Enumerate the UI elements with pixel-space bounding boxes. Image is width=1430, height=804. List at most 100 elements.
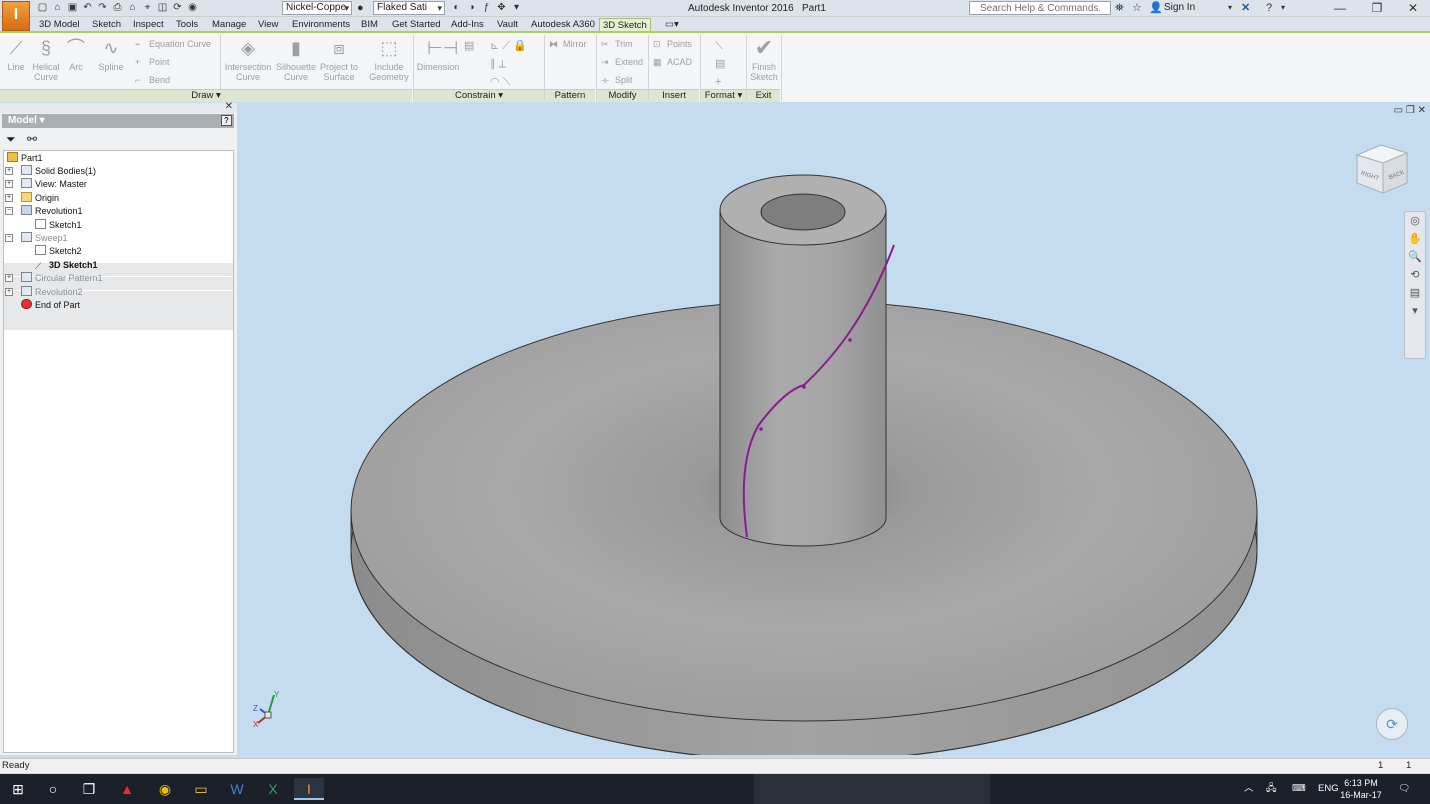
collinear-icon[interactable]: ⟍ [503,76,511,88]
print-icon[interactable]: ⎙ [111,2,124,14]
equation-curve-button[interactable]: ⌁ Equation Curve [135,38,211,50]
undo-icon[interactable]: ↶ [81,2,94,14]
draw-panel-title[interactable]: Draw ▾ [0,89,412,102]
expand-icon[interactable]: + [5,180,13,188]
keyboard-icon[interactable]: ⌨ [1292,774,1306,804]
restore-button[interactable]: ❐ [1357,0,1397,17]
viewcube[interactable]: RIGHT BACK [1353,141,1413,201]
autocad-icon[interactable]: ▲ [112,778,142,800]
line-button[interactable]: ⟋ Line [4,37,28,72]
material-combo[interactable]: Nickel-Coppe [282,1,352,15]
tree-item-part1[interactable]: Part1 [7,152,43,165]
chrome-icon[interactable]: ◉ [150,778,180,800]
color-override-icon[interactable]: ◉ [186,2,199,14]
silhouette-curve-button[interactable]: ▮ Silhouette Curve [274,37,318,82]
adjust-icon[interactable]: ◐ [450,2,463,14]
tab-get-started[interactable]: Get Started [389,18,444,32]
tab-3d-model[interactable]: 3D Model [36,18,83,32]
save-icon[interactable]: ▣ [66,2,79,14]
update-icon[interactable]: ⟳ [171,2,184,14]
tab-3d-sketch[interactable]: 3D Sketch [599,18,651,32]
expand-icon[interactable]: + [5,194,13,202]
expand-icon[interactable]: + [5,167,13,175]
constrain-panel-title[interactable]: Constrain ▾ [414,89,544,102]
excel-icon[interactable]: X [258,778,288,800]
tab-sketch[interactable]: Sketch [89,18,124,32]
find-binoculars-icon[interactable]: ⚯ [27,132,37,146]
fix-icon[interactable]: 🔒 [513,40,527,52]
select-icon[interactable]: ⌖ [141,2,154,14]
inventor-app-button[interactable]: I [2,1,30,31]
project-to-surface-button[interactable]: ⧈ Project to Surface [319,37,359,82]
tree-item-solid-bodies[interactable]: + Solid Bodies(1) [5,165,96,178]
sign-in-dropdown-icon[interactable]: ▾ [1228,2,1232,14]
sign-in-button[interactable]: Sign In [1164,2,1195,13]
tree-item-sketch2[interactable]: Sketch2 [35,245,82,258]
communication-center-icon[interactable]: ⛯ [1115,2,1124,14]
tree-item-circular-pattern1[interactable]: + Circular Pattern1 [5,272,103,285]
function-icon[interactable]: ƒ [480,2,493,14]
navbar-options-icon[interactable]: ▾ [1405,302,1425,320]
browser-help-icon[interactable]: ? [221,115,232,126]
help-icon[interactable]: ? [1266,2,1272,14]
trim-button[interactable]: ✂ Trim [601,38,633,50]
customize-qat-icon[interactable]: ▾ [510,2,523,14]
tangent-icon[interactable]: ⟂ [499,58,506,70]
viewport-minimize-icon[interactable]: ▭ [1394,105,1403,116]
tree-item-origin[interactable]: + Origin [5,192,59,205]
zoom-icon[interactable]: 🔍 [1405,248,1425,266]
tray-overflow-icon[interactable]: ︿ [1244,774,1254,804]
appearance-combo[interactable]: Flaked Sati [373,1,445,15]
network-icon[interactable]: 🖧 [1266,774,1277,804]
dimension-button[interactable]: ⊢⊣ Dimension [416,37,460,72]
measure-icon[interactable]: ◫ [156,2,169,14]
format-panel-title[interactable]: Format ▾ [701,89,746,102]
exchange-apps-icon[interactable]: ✕ [1241,2,1250,14]
helical-curve-button[interactable]: § Helical Curve [30,37,62,82]
viewport-close-icon[interactable]: ✕ [1418,105,1426,116]
point-button[interactable]: + Point [135,56,170,68]
intersection-curve-button[interactable]: ◈ Intersection Curve [224,37,272,82]
smooth-icon[interactable]: ◠ [490,76,500,88]
inventor-taskbar-icon[interactable]: I [294,778,324,800]
favorites-star-icon[interactable]: ☆ [1132,2,1142,14]
action-center-icon[interactable]: 🗨 [1398,774,1410,804]
language-indicator[interactable]: ENG [1318,774,1339,804]
tab-manage[interactable]: Manage [209,18,249,32]
tab-add-ins[interactable]: Add-Ins [448,18,487,32]
centerline-icon[interactable]: ▤ [715,55,725,73]
include-geometry-button[interactable]: ⬚ Include Geometry [368,37,410,82]
parallel-icon[interactable]: ∥ [490,58,496,70]
user-icon[interactable]: 👤 [1149,2,1163,14]
new-icon[interactable]: ▢ [36,2,49,14]
extend-button[interactable]: ⇥ Extend [601,56,643,68]
browser-close-icon[interactable]: ✕ [225,101,233,112]
tree-item-view-master[interactable]: + View: Master [5,178,87,191]
open-icon[interactable]: ⌂ [51,2,64,14]
tab-bim[interactable]: BIM [358,18,381,32]
bend-button[interactable]: ⌐ Bend [135,74,170,86]
perpendicular-icon[interactable]: ⊾ [490,40,499,52]
coincident-icon[interactable]: ⟋ [502,40,510,52]
spline-button[interactable]: ∿ Spline [95,37,127,72]
tab-environments[interactable]: Environments [289,18,353,32]
minimize-button[interactable]: — [1320,0,1360,17]
pan-hand-icon[interactable]: ✋ [1405,230,1425,248]
cortana-search-icon[interactable]: ○ [38,778,68,800]
browser-header[interactable]: Model ▾ ? [2,114,234,128]
steering-wheel-icon[interactable]: ◎ [1405,212,1425,230]
mirror-button[interactable]: ⧓ Mirror [549,38,587,50]
auto-dimension-icon[interactable]: ▤ [464,37,474,55]
file-explorer-icon[interactable]: ▭ [186,778,216,800]
split-button[interactable]: ⟛ Split [601,74,633,86]
ribbon-display-options-icon[interactable]: ▭▾ [662,18,682,32]
help-dropdown-icon[interactable]: ▾ [1281,2,1285,14]
filter-icon[interactable]: ⏷ [6,132,16,147]
arc-button[interactable]: ⌒ Arc [64,37,88,72]
viewport-restore-icon[interactable]: ❐ [1406,105,1415,116]
tree-item-revolution1[interactable]: − Revolution1 [5,205,83,218]
finish-sketch-button[interactable]: ✔ Finish Sketch [748,37,780,83]
redo-icon[interactable]: ↷ [96,2,109,14]
tree-item-sweep1[interactable]: − Sweep1 [5,232,68,245]
clear-icon[interactable]: ◑ [465,2,478,14]
